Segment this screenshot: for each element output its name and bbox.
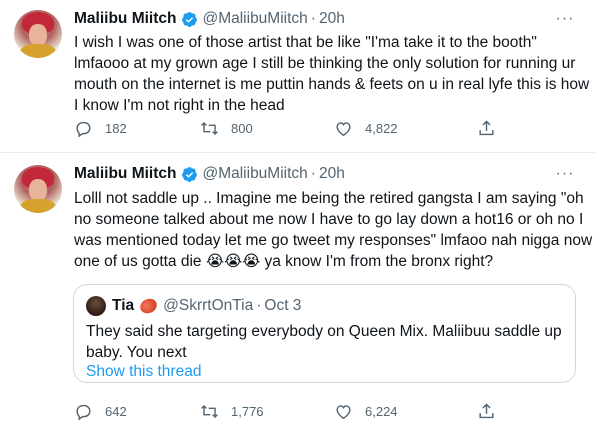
author-name[interactable]: Maliibu Miitch [74,10,176,28]
quoted-avatar [86,296,106,316]
reply-icon [76,121,91,138]
quoted-header: Tia @SkrrtOnTia · Oct 3 [112,295,301,317]
avatar[interactable] [14,165,62,213]
like-count: 4,822 [365,121,398,136]
retweet-icon [201,121,218,136]
avatar[interactable] [14,10,62,58]
show-thread-link[interactable]: Show this thread [86,363,201,381]
quoted-text-line: baby. You next [86,344,187,361]
quoted-date: Oct 3 [264,297,302,314]
reply-count: 182 [105,121,127,136]
reply-icon [76,404,91,421]
tweet-time[interactable]: 20h [319,165,345,183]
tweet-divider [0,152,595,153]
verified-badge-icon [182,166,198,182]
tweet-text-line: Lolll not saddle up .. Imagine me being … [74,190,584,207]
tweet-header: Maliibu Miitch @MaliibuMiitch · 20h [74,8,345,30]
author-name[interactable]: Maliibu Miitch [74,165,176,183]
tweet-2[interactable]: Maliibu Miitch @MaliibuMiitch · 20h ··· … [0,155,595,429]
retweet-icon [201,404,218,419]
more-icon[interactable]: ··· [555,9,575,29]
tweet-actions: 642 1,776 6,224 [74,402,574,424]
tweet-text-line: one of us gotta die 😭😭😭 ya know I'm from… [74,253,494,270]
quoted-author-handle: @SkrrtOnTia [163,297,254,314]
like-count: 6,224 [365,404,398,419]
tweet-actions: 182 800 4,822 [74,119,574,141]
quoted-tweet[interactable]: Tia @SkrrtOnTia · Oct 3 They said she ta… [73,284,576,383]
author-handle[interactable]: @MaliibuMiitch [202,10,307,28]
author-handle[interactable]: @MaliibuMiitch [202,165,307,183]
tweet-text: Lolll not saddle up .. Imagine me being … [74,188,593,272]
tweet-text-line: lmfaooo at my grown age I still be think… [74,55,576,72]
tweet-text-line: I wish I was one of those artist that be… [74,34,537,51]
tweet-text-line: mouth on the internet is me puttin hands… [74,76,590,93]
basketball-emoji-icon [137,296,160,316]
like-icon [336,122,351,137]
retweet-count: 1,776 [231,404,264,419]
share-button[interactable] [477,402,508,421]
tweet-text-line: I know I'm not right in the head [74,97,285,114]
separator-dot: · [256,297,262,314]
retweet-count: 800 [231,121,253,136]
separator-dot: · [310,165,316,182]
quoted-text: They said she targeting everybody on Que… [86,321,566,363]
like-button[interactable]: 4,822 [334,119,398,138]
tweet-text-line: was mentioned today let me go tweet my r… [74,232,593,249]
separator-dot: · [310,10,316,27]
share-icon [479,403,494,419]
reply-count: 642 [105,404,127,419]
like-button[interactable]: 6,224 [334,402,398,421]
reply-button[interactable]: 182 [74,119,127,138]
tweet-1[interactable]: Maliibu Miitch @MaliibuMiitch · 20h ··· … [0,0,595,150]
quoted-text-line: They said she targeting everybody on Que… [86,323,562,340]
tweet-text-line: no someone talked about me now I have to… [74,211,584,228]
like-icon [336,405,351,420]
share-icon [479,120,494,136]
tweet-time[interactable]: 20h [319,10,345,28]
quoted-author-name: Tia [112,297,135,314]
tweet-text: I wish I was one of those artist that be… [74,32,590,116]
retweet-button[interactable]: 800 [200,119,253,138]
share-button[interactable] [477,119,508,138]
tweet-header: Maliibu Miitch @MaliibuMiitch · 20h [74,163,345,185]
reply-button[interactable]: 642 [74,402,127,421]
retweet-button[interactable]: 1,776 [200,402,264,421]
verified-badge-icon [182,11,198,27]
more-icon[interactable]: ··· [555,164,575,184]
